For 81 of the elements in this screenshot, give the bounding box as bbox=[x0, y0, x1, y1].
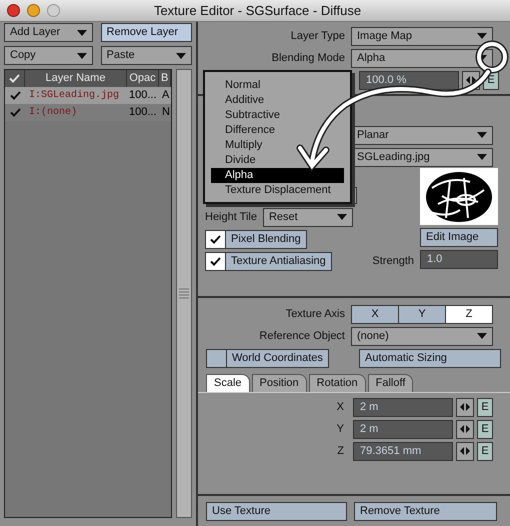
menu-item[interactable]: Divide bbox=[211, 153, 344, 168]
caret-icon bbox=[76, 30, 87, 36]
column-header[interactable]: Layer Name bbox=[46, 70, 106, 87]
layer-name: I:(none) bbox=[29, 106, 78, 120]
field-label: Strength bbox=[372, 254, 414, 269]
nudge-arrows-icon[interactable] bbox=[456, 420, 474, 438]
field-label: Height Tile bbox=[205, 210, 257, 225]
tab[interactable]: Position bbox=[252, 374, 307, 392]
checkmark-icon bbox=[9, 74, 20, 83]
checkbox-label[interactable]: Texture Antialiasing bbox=[226, 252, 332, 270]
checkmark-icon[interactable] bbox=[10, 108, 20, 117]
envelope-button[interactable]: E bbox=[477, 442, 493, 460]
close-icon[interactable] bbox=[7, 4, 20, 17]
checkbox[interactable] bbox=[205, 230, 226, 248]
reference-object-dropdown[interactable]: (none) bbox=[351, 326, 493, 346]
checkmark-icon bbox=[210, 256, 221, 266]
tab[interactable]: Falloff bbox=[368, 374, 414, 392]
table-cell-text: N bbox=[162, 105, 170, 120]
menu-item[interactable]: Additive bbox=[211, 93, 344, 108]
layer-type-dropdown[interactable]: Image Map bbox=[351, 26, 493, 46]
add-layer-dropdown[interactable]: Add Layer bbox=[4, 23, 93, 42]
value-field[interactable]: 100.0 % bbox=[359, 70, 459, 90]
value-field[interactable]: 1.0 bbox=[420, 250, 498, 268]
caret-icon bbox=[336, 214, 347, 220]
tab[interactable]: Rotation bbox=[308, 374, 366, 392]
checkmark-icon bbox=[210, 234, 221, 244]
menu-item[interactable]: Subtractive bbox=[211, 108, 344, 123]
column-header[interactable]: B bbox=[160, 70, 168, 87]
scrollbar[interactable] bbox=[176, 69, 192, 518]
table-cell-text: 100... bbox=[129, 88, 157, 104]
nudge-arrows-icon[interactable] bbox=[456, 442, 474, 460]
caret-icon bbox=[477, 132, 487, 138]
minimize-icon[interactable] bbox=[27, 4, 40, 17]
caret-icon bbox=[477, 333, 487, 339]
table-cell-text: A bbox=[162, 88, 170, 104]
layer-name: I:SGLeading.jpg bbox=[29, 88, 120, 103]
checkmark-icon[interactable] bbox=[10, 91, 20, 100]
automatic-sizing-button[interactable]: Automatic Sizing bbox=[359, 348, 501, 368]
table-cell-text: 100... bbox=[129, 105, 157, 120]
caret-icon bbox=[176, 52, 186, 58]
field-label: Blending Mode bbox=[272, 50, 345, 66]
checkbox[interactable] bbox=[205, 252, 226, 270]
checkbox-label[interactable]: Pixel Blending bbox=[226, 230, 307, 248]
use-texture-button[interactable]: Use Texture bbox=[206, 502, 347, 520]
remove-layer-button[interactable]: Remove Layer bbox=[100, 23, 192, 42]
field-label: Texture Axis bbox=[286, 306, 345, 322]
menu-item[interactable]: Alpha bbox=[211, 168, 344, 183]
axis-label: Y bbox=[336, 422, 344, 437]
layer-row[interactable]: I:SGLeading.jpg 100... A bbox=[5, 87, 172, 104]
nudge-arrows-icon[interactable] bbox=[456, 398, 474, 416]
remove-texture-button[interactable]: Remove Texture bbox=[354, 502, 497, 520]
field-label: Layer Type bbox=[290, 28, 345, 44]
axis-label: X bbox=[336, 400, 344, 415]
checkbox[interactable] bbox=[206, 348, 227, 368]
menu-item[interactable]: Normal bbox=[211, 78, 344, 93]
grip-icon bbox=[179, 288, 190, 300]
caret-icon bbox=[477, 154, 487, 160]
paste-dropdown[interactable]: Paste bbox=[100, 46, 192, 65]
column-header[interactable]: Opac bbox=[129, 70, 156, 87]
edit-image-button[interactable]: Edit Image bbox=[420, 228, 498, 246]
checkbox-label[interactable]: World Coordinates bbox=[227, 348, 329, 368]
menu-item[interactable]: Texture Displacement bbox=[211, 183, 344, 198]
caret-icon bbox=[76, 52, 87, 58]
window-title: Texture Editor - SGSurface - Diffuse bbox=[154, 2, 362, 20]
axis-toggle[interactable]: Y bbox=[398, 306, 445, 322]
axis-label: Z bbox=[337, 444, 344, 459]
value-field[interactable]: 2 m bbox=[353, 398, 453, 416]
envelope-button[interactable]: E bbox=[477, 420, 493, 438]
menu-item[interactable]: Difference bbox=[211, 123, 344, 138]
caret-icon bbox=[477, 33, 487, 39]
envelope-button[interactable]: E bbox=[477, 398, 493, 416]
value-field[interactable]: 2 m bbox=[353, 420, 453, 438]
axis-toggle[interactable]: X bbox=[352, 306, 398, 322]
field-label: Reference Object bbox=[259, 328, 345, 344]
tab[interactable]: Scale bbox=[206, 374, 250, 392]
menu-item[interactable]: Multiply bbox=[211, 138, 344, 153]
value-field[interactable]: 79.3651 mm bbox=[353, 442, 453, 460]
copy-dropdown[interactable]: Copy bbox=[4, 46, 93, 65]
layer-row[interactable]: I:(none) 100... N bbox=[5, 104, 172, 121]
axis-toggle[interactable]: Z bbox=[445, 306, 492, 322]
height-tile-dropdown[interactable]: Reset bbox=[262, 208, 353, 226]
